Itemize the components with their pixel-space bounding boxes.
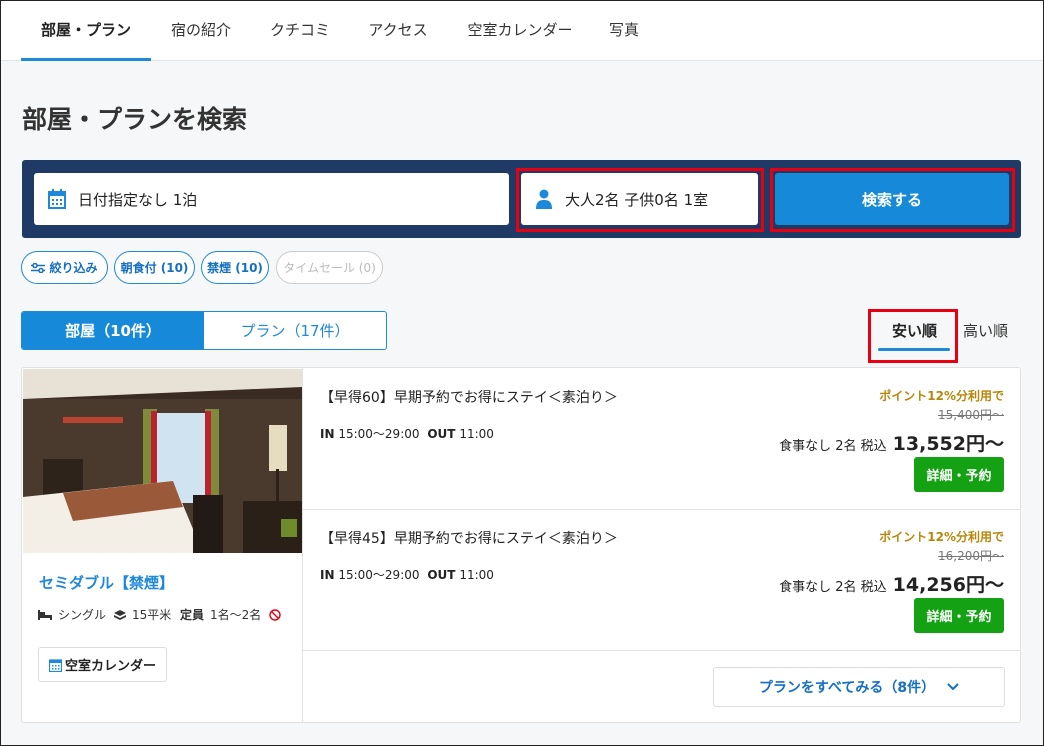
plan-price-row: 食事なし 2名 税込 13,552円〜 [779,429,1004,456]
tab-availability-calendar[interactable]: 空室カレンダー [457,1,583,61]
show-all-plans-label: プランをすべてみる（8件） [758,680,936,696]
room-size-label: 15平米 [132,608,172,622]
date-field[interactable]: 日付指定なし 1泊 [34,173,509,225]
date-field-value: 日付指定なし 1泊 [78,190,198,209]
original-price: 16,200円〜 [938,549,1004,563]
result-type-toggle: 部屋（10件） プラン（17件） [21,311,387,350]
plan-check-times: IN 15:00〜29:00 OUT 11:00 [320,566,494,583]
plan-price-row: 食事なし 2名 税込 14,256円〜 [779,570,1004,597]
bed-icon [38,609,52,620]
check-in-time: 15:00〜29:00 [338,568,420,582]
plan-meal-guests: 食事なし 2名 税込 [779,439,887,454]
plan-price: 14,256円〜 [892,574,1004,596]
room-size: 15平米 [114,606,171,623]
plan-price: 13,552円〜 [892,433,1004,455]
chevron-down-icon [947,683,959,691]
chip-non-smoking[interactable]: 禁煙 (10) [201,251,269,284]
room-calendar-label: 空室カレンダー [64,659,156,674]
tab-hotel-intro[interactable]: 宿の紹介 [161,1,241,61]
capacity-value: 1名〜2名 [210,608,262,622]
plan-title[interactable]: 【早得60】早期予約でお得にステイ＜素泊り＞ [320,387,618,407]
plan-meal-guests: 食事なし 2名 税込 [779,580,887,595]
points-notice: ポイント12%分利用で [879,389,1004,403]
check-out-time: 11:00 [459,568,494,582]
capacity-label: 定員 [180,608,205,622]
room-name[interactable]: セミダブル【禁煙】 [39,572,174,593]
tab-rooms-plans[interactable]: 部屋・プラン [21,1,151,61]
plan-row: 【早得45】早期予約でお得にステイ＜素泊り＞ IN 15:00〜29:00 OU… [303,509,1020,650]
filter-sliders-icon [31,262,46,273]
details-reserve-button[interactable]: 詳細・予約 [914,598,1004,633]
room-bed-type: シングル [38,606,106,623]
tab-photos[interactable]: 写真 [601,1,647,61]
points-notice: ポイント12%分利用で [879,530,1004,544]
check-in-label: IN [320,427,335,441]
check-out-label: OUT [427,568,456,582]
plan-divider [303,650,1020,651]
floor-area-icon [114,609,126,620]
no-smoking-icon [269,608,281,621]
check-in-label: IN [320,568,335,582]
segment-rooms[interactable]: 部屋（10件） [22,312,204,349]
room-capacity: 定員 1名〜2名 [180,606,281,623]
segment-plans[interactable]: プラン（17件） [204,312,386,349]
tab-reviews[interactable]: クチコミ [259,1,341,61]
show-all-plans-button[interactable]: プランをすべてみる（8件） [713,667,1005,707]
original-price: 15,400円〜 [938,408,1004,422]
chip-breakfast[interactable]: 朝食付 (10) [114,251,195,284]
sort-most-expensive[interactable]: 高い順 [963,320,1008,341]
filter-button-label: 絞り込み [49,261,98,275]
plan-title[interactable]: 【早得45】早期予約でお得にステイ＜素泊り＞ [320,528,618,548]
highlight-box [868,309,958,363]
highlight-box [770,168,1015,232]
highlight-box [516,168,764,232]
check-out-label: OUT [427,427,456,441]
top-nav: 部屋・プラン 宿の紹介 クチコミ アクセス 空室カレンダー 写真 [1,1,1043,61]
room-card: セミダブル【禁煙】 シングル 15平米 定員 1名〜2名 空室カレンダー 【早得… [21,367,1021,723]
chip-time-sale: タイムセール (0) [276,251,383,284]
plan-check-times: IN 15:00〜29:00 OUT 11:00 [320,425,494,442]
tab-access[interactable]: アクセス [357,1,439,61]
check-in-time: 15:00〜29:00 [338,427,420,441]
plan-row: 【早得60】早期予約でお得にステイ＜素泊り＞ IN 15:00〜29:00 OU… [303,368,1020,509]
room-photo[interactable] [23,369,302,553]
details-reserve-button[interactable]: 詳細・予約 [914,457,1004,492]
check-out-time: 11:00 [459,427,494,441]
calendar-icon [48,189,66,209]
room-calendar-button[interactable]: 空室カレンダー [38,647,167,682]
room-bed-label: シングル [58,608,107,622]
filter-button[interactable]: 絞り込み [21,251,108,284]
calendar-icon [48,658,62,672]
page-title: 部屋・プランを検索 [22,105,248,134]
